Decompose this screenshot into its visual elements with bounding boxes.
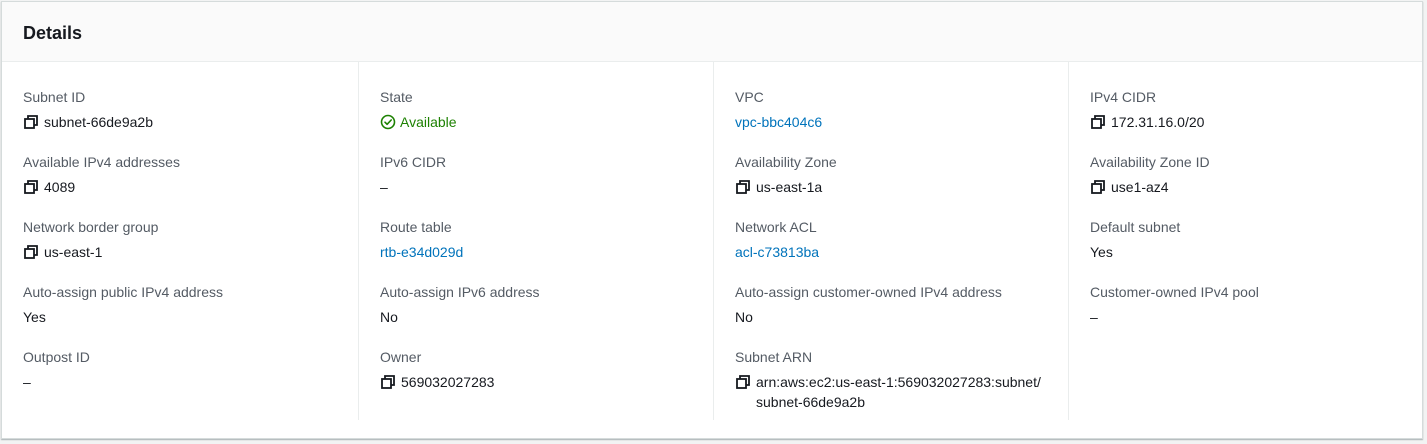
copy-icon[interactable]	[735, 374, 751, 390]
field-auto-assign-ipv6-address: Auto-assign IPv6 address No	[380, 283, 692, 348]
ipv6-cidr-value: –	[380, 179, 388, 195]
field-subnet-arn: Subnet ARN arn:aws:ec2:us-east-1:56903202…	[735, 348, 1047, 413]
default-subnet-label: Default subnet	[1090, 219, 1181, 235]
available-ipv4-addresses-value-row: 4089	[23, 177, 336, 197]
network-border-group-value-row: us-east-1	[23, 242, 336, 262]
available-ipv4-addresses-value: 4089	[44, 179, 76, 195]
route-table-link[interactable]: rtb-e34d029d	[380, 242, 463, 262]
subnet-arn-label: Subnet ARN	[735, 349, 813, 365]
subnet-id-value-row: subnet-66de9a2b	[23, 112, 336, 132]
auto-assign-public-ipv4-address-label: Auto-assign public IPv4 address	[23, 284, 223, 300]
available-ipv4-addresses-label: Available IPv4 addresses	[23, 154, 180, 170]
copy-icon[interactable]	[735, 179, 751, 195]
ipv4-cidr-value-row: 172.31.16.0/20	[1090, 112, 1402, 132]
field-outpost-id: Outpost ID –	[23, 348, 336, 413]
outpost-id-value: –	[23, 374, 31, 390]
field-available-ipv4-addresses: Available IPv4 addresses 4089	[23, 153, 336, 218]
state-value-row: Available	[380, 112, 692, 132]
network-acl-link[interactable]: acl-c73813ba	[735, 242, 819, 262]
subnet-arn-value: arn:aws:ec2:us-east-1:569032027283:subne…	[756, 374, 1041, 410]
subnet-id-value: subnet-66de9a2b	[44, 114, 153, 130]
default-subnet-value: Yes	[1090, 244, 1113, 260]
field-network-border-group: Network border group us-east-1	[23, 218, 336, 283]
auto-assign-ipv6-address-value-row: No	[380, 307, 692, 327]
field-owner: Owner 569032027283	[380, 348, 692, 413]
ipv4-cidr-value: 172.31.16.0/20	[1111, 114, 1205, 130]
auto-assign-customer-owned-ipv4-address-value-row: No	[735, 307, 1047, 327]
field-availability-zone-id: Availability Zone ID use1-az4	[1090, 153, 1402, 218]
field-route-table: Route table rtb-e34d029d	[380, 218, 692, 283]
availability-zone-id-value-row: use1-az4	[1090, 177, 1402, 197]
vpc-link[interactable]: vpc-bbc404c6	[735, 112, 822, 132]
vpc-value-row: vpc-bbc404c6	[735, 112, 1047, 132]
details-column-4: IPv4 CIDR 172.31.16.0/20 Availability Zone…	[1068, 62, 1402, 420]
network-acl-label: Network ACL	[735, 219, 817, 235]
copy-icon[interactable]	[1090, 114, 1106, 130]
network-border-group-value: us-east-1	[44, 244, 103, 260]
outpost-id-value-row: –	[23, 372, 336, 392]
network-border-group-label: Network border group	[23, 219, 159, 235]
owner-label: Owner	[380, 349, 422, 365]
owner-value: 569032027283	[401, 374, 495, 390]
field-customer-owned-ipv4-pool: Customer-owned IPv4 pool –	[1090, 283, 1402, 348]
field-vpc: VPC vpc-bbc404c6	[735, 88, 1047, 153]
vpc-label: VPC	[735, 89, 764, 105]
field-ipv4-cidr: IPv4 CIDR 172.31.16.0/20	[1090, 88, 1402, 153]
field-ipv6-cidr: IPv6 CIDR –	[380, 153, 692, 218]
subnet-id-label: Subnet ID	[23, 89, 86, 105]
ipv6-cidr-label: IPv6 CIDR	[380, 154, 447, 170]
field-auto-assign-public-ipv4-address: Auto-assign public IPv4 address Yes	[23, 283, 336, 348]
auto-assign-ipv6-address-value: No	[380, 309, 398, 325]
availability-zone-value-row: us-east-1a	[735, 177, 1047, 197]
customer-owned-ipv4-pool-value-row: –	[1090, 307, 1402, 327]
copy-icon[interactable]	[23, 179, 39, 195]
auto-assign-ipv6-address-label: Auto-assign IPv6 address	[380, 284, 540, 300]
route-table-label: Route table	[380, 219, 452, 235]
details-column-1: Subnet ID subnet-66de9a2b Available IPv4 a…	[2, 62, 336, 420]
availability-zone-label: Availability Zone	[735, 154, 837, 170]
state-label: State	[380, 89, 413, 105]
customer-owned-ipv4-pool-label: Customer-owned IPv4 pool	[1090, 284, 1259, 300]
field-default-subnet: Default subnet Yes	[1090, 218, 1402, 283]
copy-icon[interactable]	[1090, 179, 1106, 195]
network-acl-value-row: acl-c73813ba	[735, 242, 1047, 262]
field-subnet-id: Subnet ID subnet-66de9a2b	[23, 88, 336, 153]
auto-assign-public-ipv4-address-value: Yes	[23, 309, 46, 325]
availability-zone-value: us-east-1a	[756, 179, 823, 195]
ipv6-cidr-value-row: –	[380, 177, 692, 197]
field-availability-zone: Availability Zone us-east-1a	[735, 153, 1047, 218]
subnet-arn-value-row: arn:aws:ec2:us-east-1:569032027283:subne…	[735, 372, 1047, 412]
availability-zone-id-value: use1-az4	[1111, 179, 1169, 195]
auto-assign-customer-owned-ipv4-address-label: Auto-assign customer-owned IPv4 address	[735, 284, 1002, 300]
default-subnet-value-row: Yes	[1090, 242, 1402, 262]
panel-title: Details	[23, 23, 83, 43]
auto-assign-public-ipv4-address-value-row: Yes	[23, 307, 336, 327]
field-state: State Available	[380, 88, 692, 153]
customer-owned-ipv4-pool-value: –	[1090, 309, 1098, 325]
auto-assign-customer-owned-ipv4-address-value: No	[735, 309, 753, 325]
copy-icon[interactable]	[23, 114, 39, 130]
details-columns: Subnet ID subnet-66de9a2b Available IPv4 a…	[2, 62, 1422, 438]
owner-value-row: 569032027283	[380, 372, 692, 392]
route-table-value-row: rtb-e34d029d	[380, 242, 692, 262]
details-panel: Details Subnet ID subnet-66de9a2b Availabl…	[1, 1, 1423, 439]
details-column-2: State Available IPv6 CIDR – Route table rtb-e…	[358, 62, 692, 420]
panel-header: Details	[2, 2, 1422, 62]
check-circle-icon	[380, 114, 396, 130]
outpost-id-label: Outpost ID	[23, 349, 90, 365]
ipv4-cidr-label: IPv4 CIDR	[1090, 89, 1157, 105]
details-column-3: VPC vpc-bbc404c6 Availability Zone us-east-…	[713, 62, 1047, 420]
copy-icon[interactable]	[380, 374, 396, 390]
copy-icon[interactable]	[23, 244, 39, 260]
state-value: Available	[400, 114, 457, 130]
availability-zone-id-label: Availability Zone ID	[1090, 154, 1210, 170]
field-auto-assign-customer-owned-ipv4-address: Auto-assign customer-owned IPv4 address N…	[735, 283, 1047, 348]
field-network-acl: Network ACL acl-c73813ba	[735, 218, 1047, 283]
